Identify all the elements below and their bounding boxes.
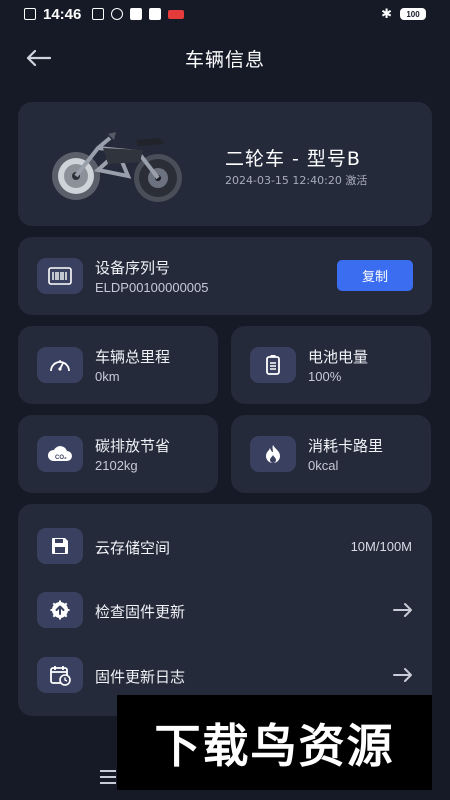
storage-label: 云存储空间 xyxy=(95,539,171,557)
carbon-value: 2102kg xyxy=(95,458,138,473)
copy-button[interactable]: 复制 xyxy=(337,260,413,291)
firmware-check-label: 检查固件更新 xyxy=(95,603,186,621)
notification-icon xyxy=(130,8,143,20)
mileage-value: 0km xyxy=(95,369,120,384)
vehicle-activation-date: 2024-03-15 12:40:20 激活 xyxy=(225,174,368,187)
storage-value: 10M/100M xyxy=(350,539,412,554)
status-right: ✱ 100 xyxy=(381,7,426,22)
upload-gear-icon xyxy=(50,600,70,620)
back-button[interactable] xyxy=(22,44,54,72)
status-bar: 14:46 ✱ 100 xyxy=(0,0,450,28)
storage-icon-box xyxy=(37,528,83,564)
hd-icon xyxy=(92,8,105,20)
status-time: 14:46 xyxy=(43,5,82,23)
battery-icon-box xyxy=(250,347,296,383)
flame-icon-box xyxy=(250,436,296,472)
battery-label: 电池电量 xyxy=(308,348,369,366)
battery-level-card: 电池电量 100% xyxy=(231,326,431,404)
firmware-log-icon-box xyxy=(37,657,83,693)
carbon-saving-card: CO₂ 碳排放节省 2102kg xyxy=(18,415,218,493)
carbon-label: 碳排放节省 xyxy=(95,437,171,455)
bluetooth-icon: ✱ xyxy=(381,6,392,22)
app-notification-icon xyxy=(168,9,185,19)
status-left: 14:46 xyxy=(24,5,185,23)
vehicle-name: 二轮车 - 型号B xyxy=(225,148,361,170)
page-title: 车辆信息 xyxy=(184,48,265,71)
serial-label: 设备序列号 xyxy=(95,259,171,277)
arrow-left-icon xyxy=(26,49,51,67)
watermark: 下载鸟资源 xyxy=(117,695,432,790)
save-disk-icon xyxy=(52,538,68,554)
arrow-right-icon xyxy=(393,603,412,617)
vehicle-card: 二轮车 - 型号B 2024-03-15 12:40:20 激活 xyxy=(18,102,432,226)
svg-text:CO₂: CO₂ xyxy=(55,455,67,461)
mail-icon xyxy=(149,8,162,20)
header: 车辆信息 xyxy=(0,38,450,78)
cloud-co2-icon: CO₂ xyxy=(47,446,72,461)
calories-card: 消耗卡路里 0kcal xyxy=(231,415,431,493)
speedometer-icon xyxy=(50,360,70,372)
calendar-refresh-icon xyxy=(50,666,71,686)
storage-row[interactable]: 云存储空间 10M/100M xyxy=(18,504,432,584)
battery-level-icon xyxy=(266,355,280,375)
sim-icon xyxy=(24,8,36,20)
barcode-icon xyxy=(48,267,72,285)
mileage-card: 车辆总里程 0km xyxy=(18,326,218,404)
firmware-log-label: 固件更新日志 xyxy=(95,668,186,686)
mileage-label: 车辆总里程 xyxy=(95,348,171,366)
serial-number-card: 设备序列号 ELDP00100000005 复制 xyxy=(18,237,432,315)
serial-value: ELDP00100000005 xyxy=(95,280,209,295)
electric-bike-image xyxy=(52,132,182,202)
calories-value: 0kcal xyxy=(308,458,339,473)
cloud-co2-icon-box: CO₂ xyxy=(37,436,83,472)
firmware-check-icon-box xyxy=(37,592,83,628)
firmware-check-row[interactable]: 检查固件更新 xyxy=(18,578,432,642)
barcode-icon-box xyxy=(37,258,83,294)
flame-icon xyxy=(266,445,280,463)
calories-label: 消耗卡路里 xyxy=(308,437,384,455)
battery-icon: 100 xyxy=(400,8,426,20)
battery-value: 100% xyxy=(308,369,342,384)
usb-icon xyxy=(111,8,124,20)
arrow-right-icon xyxy=(393,668,412,682)
speedometer-icon-box xyxy=(37,347,83,383)
watermark-text: 下载鸟资源 xyxy=(154,718,395,773)
settings-card: 云存储空间 10M/100M 检查固件更新 固件更新日志 xyxy=(18,504,432,716)
